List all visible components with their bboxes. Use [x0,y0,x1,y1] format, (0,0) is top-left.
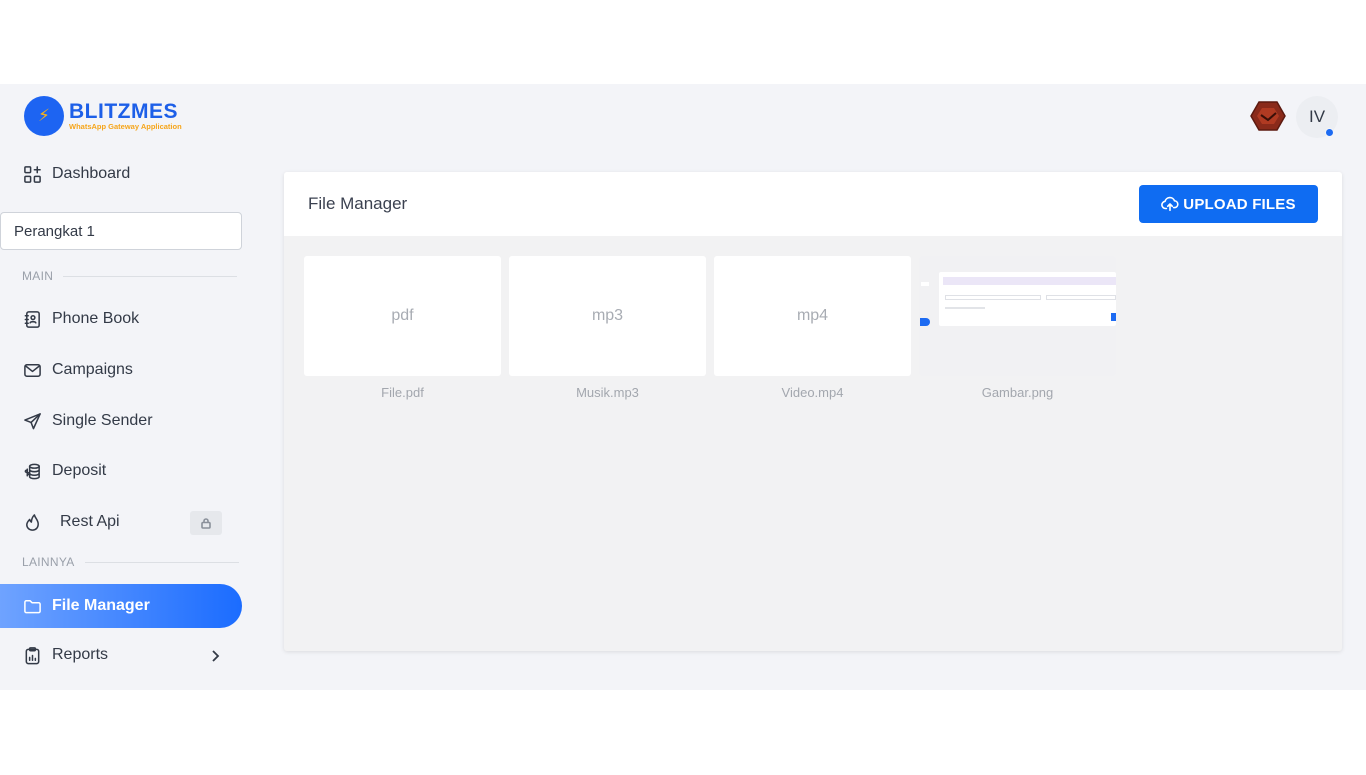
sidebar-item-label: Rest Api [60,513,120,530]
card-header: File Manager UPLOAD FILES [284,172,1342,236]
sidebar-item-file-manager[interactable]: File Manager [0,584,242,628]
sidebar-item-campaigns[interactable]: Campaigns [0,348,242,392]
brand-tagline: WhatsApp Gateway Application [69,122,182,131]
file-tile[interactable]: mp4 Video.mp4 [714,256,911,400]
file-manager-card: File Manager UPLOAD FILES pdf File.pdf m… [284,172,1342,651]
sidebar-item-reports[interactable]: Reports [0,633,242,677]
sidebar: ⚡ BLITZMES WhatsApp Gateway Application … [0,84,250,690]
device-select-value: Perangkat 1 [14,222,95,240]
cloud-upload-icon [1161,196,1179,212]
section-label-lainnya: LAINNYA [22,555,239,569]
sidebar-item-label: Deposit [52,462,107,479]
brand-logo[interactable]: ⚡ BLITZMES WhatsApp Gateway Application [24,96,182,136]
sidebar-item-single-sender[interactable]: Single Sender [0,399,242,443]
app-shell: ⚡ BLITZMES WhatsApp Gateway Application … [0,84,1366,690]
logo-bolt-icon: ⚡ [24,96,64,136]
clipboard-icon [22,645,42,665]
file-name: File.pdf [381,385,424,400]
sidebar-item-label: Phone Book [52,310,140,327]
file-name: Musik.mp3 [576,385,639,400]
device-select[interactable]: Perangkat 1 [0,212,242,250]
section-divider [63,275,238,277]
address-book-icon [22,309,42,329]
dashboard-grid-icon [22,164,42,184]
file-thumbnail: pdf [304,256,501,376]
profile-badge-icon[interactable] [1250,100,1286,132]
sidebar-item-phone-book[interactable]: Phone Book [0,297,242,341]
sidebar-item-label: Campaigns [52,361,133,378]
sidebar-item-label: Single Sender [52,412,153,429]
sidebar-item-label: File Manager [52,597,150,614]
file-type-label: mp3 [591,307,624,324]
sidebar-item-dashboard[interactable]: Dashboard [0,152,242,196]
image-preview [919,256,1116,376]
coins-icon [22,461,42,481]
file-tile[interactable]: pdf File.pdf [304,256,501,400]
file-name: Video.mp4 [781,385,844,400]
lock-icon [201,518,211,529]
chevron-right-icon[interactable] [208,649,222,663]
file-type-label: pdf [391,307,414,324]
sidebar-item-label: Reports [52,646,109,663]
file-thumbnail: mp3 [509,256,706,376]
brand-name: BLITZMES [69,100,178,123]
rest-api-lock-badge [190,511,222,535]
fire-icon [22,512,42,532]
file-name: Gambar.png [981,385,1054,400]
upload-files-button[interactable]: UPLOAD FILES [1139,185,1318,223]
online-status-dot [1325,128,1334,137]
section-divider [84,561,239,563]
file-tile[interactable]: Gambar.png [919,256,1116,400]
sidebar-item-deposit[interactable]: Deposit [0,449,242,493]
section-label-main: MAIN [22,269,238,283]
folder-icon [22,596,42,616]
avatar-initials: IV [1308,107,1326,126]
sidebar-item-label: Dashboard [52,165,131,182]
file-tile[interactable]: mp3 Musik.mp3 [509,256,706,400]
send-icon [22,411,42,431]
file-type-label: mp4 [796,307,829,324]
upload-files-label: UPLOAD FILES [1183,195,1296,213]
file-thumbnail: mp4 [714,256,911,376]
page-title: File Manager [308,194,408,213]
mail-icon [22,360,42,380]
